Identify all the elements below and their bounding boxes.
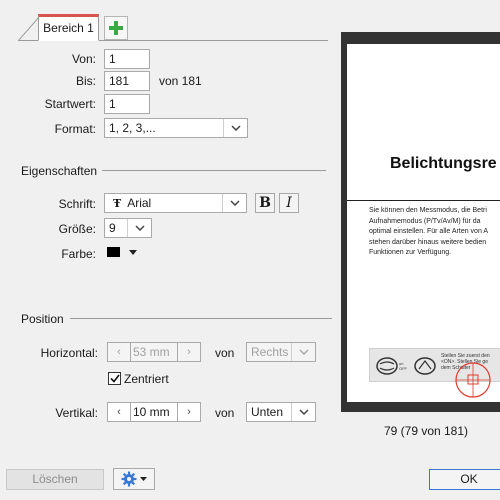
dial-icon xyxy=(414,357,436,375)
horizontal-increment-button[interactable]: › xyxy=(177,342,201,362)
preview-body-text: Sie können den Messmodus, die Betri Aufn… xyxy=(369,207,489,256)
horizontal-anchor-value: Rechts xyxy=(251,345,289,359)
delete-button[interactable]: Löschen xyxy=(6,469,104,490)
camera-mode-icon xyxy=(376,357,398,375)
horizontal-decrement-button[interactable]: ‹ xyxy=(107,342,131,362)
size-value: 9 xyxy=(109,221,116,235)
chevron-down-icon[interactable] xyxy=(223,119,247,137)
tab-bereich-1[interactable]: Bereich 1 xyxy=(38,14,99,41)
chevron-down-icon[interactable] xyxy=(291,343,315,361)
horizontal-label: Horizontal: xyxy=(40,346,98,360)
vertical-input[interactable]: 10 mm xyxy=(131,402,177,422)
preview-page: Belichtungsre Sie können den Messmodus, … xyxy=(347,44,500,402)
preview-page-caption: 79 (79 von 181) xyxy=(383,424,469,438)
vertical-of-label: von xyxy=(215,406,235,420)
preview-onoff-text: on OFF xyxy=(399,361,407,371)
gear-icon xyxy=(121,471,137,487)
color-label: Farbe: xyxy=(61,247,96,261)
checkmark-icon xyxy=(109,374,120,383)
from-input[interactable]: 1 xyxy=(104,49,150,69)
format-value: 1, 2, 3,... xyxy=(109,121,156,135)
color-dropdown-arrow-icon[interactable] xyxy=(129,250,137,255)
to-suffix: von 181 xyxy=(159,74,202,88)
vertical-label: Vertikal: xyxy=(55,406,98,420)
vertical-increment-button[interactable]: › xyxy=(177,402,201,422)
font-dropdown[interactable]: Ŧ Arial xyxy=(104,193,247,213)
font-label: Schrift: xyxy=(58,197,96,211)
plus-icon xyxy=(109,21,123,35)
centered-label: Zentriert xyxy=(124,372,169,386)
chevron-down-icon[interactable] xyxy=(222,194,246,212)
format-dropdown[interactable]: 1, 2, 3,... xyxy=(104,118,248,138)
format-label: Format: xyxy=(54,122,96,136)
chevron-down-icon[interactable] xyxy=(291,403,315,421)
from-label: Von: xyxy=(71,52,96,66)
settings-menu-button[interactable] xyxy=(113,468,155,490)
vertical-anchor-value: Unten xyxy=(251,405,284,419)
preview-rule xyxy=(347,200,500,201)
vertical-decrement-button[interactable]: ‹ xyxy=(107,402,131,422)
preview-heading: Belichtungsre xyxy=(390,155,497,172)
properties-title: Eigenschaften xyxy=(21,164,98,178)
horizontal-of-label: von xyxy=(215,346,235,360)
tab-edge xyxy=(18,16,40,41)
tab-label: Bereich 1 xyxy=(43,21,94,35)
size-label: Größe: xyxy=(58,222,96,236)
ok-button[interactable]: OK xyxy=(429,469,500,490)
to-label: Bis: xyxy=(75,74,96,88)
vertical-anchor-dropdown[interactable]: Unten xyxy=(246,402,316,422)
chevron-down-icon[interactable] xyxy=(127,219,151,237)
page-number-marker-icon[interactable] xyxy=(453,360,493,400)
font-value: Arial xyxy=(127,196,152,210)
start-label: Startwert: xyxy=(44,97,96,111)
to-input[interactable]: 181 xyxy=(104,71,150,91)
add-tab-button[interactable] xyxy=(104,16,128,40)
horizontal-anchor-dropdown[interactable]: Rechts xyxy=(246,342,316,362)
properties-separator xyxy=(102,170,326,171)
color-swatch[interactable] xyxy=(107,247,120,257)
chevron-down-icon xyxy=(140,477,147,481)
italic-button[interactable]: I xyxy=(279,193,299,213)
bold-button[interactable]: B xyxy=(255,193,275,213)
position-separator xyxy=(70,318,332,319)
horizontal-input[interactable]: 53 mm xyxy=(131,342,177,362)
size-dropdown[interactable]: 9 xyxy=(104,218,152,238)
position-title: Position xyxy=(21,312,64,326)
start-input[interactable]: 1 xyxy=(104,94,150,114)
centered-checkbox[interactable] xyxy=(108,372,121,385)
font-type-icon: Ŧ xyxy=(113,197,122,210)
